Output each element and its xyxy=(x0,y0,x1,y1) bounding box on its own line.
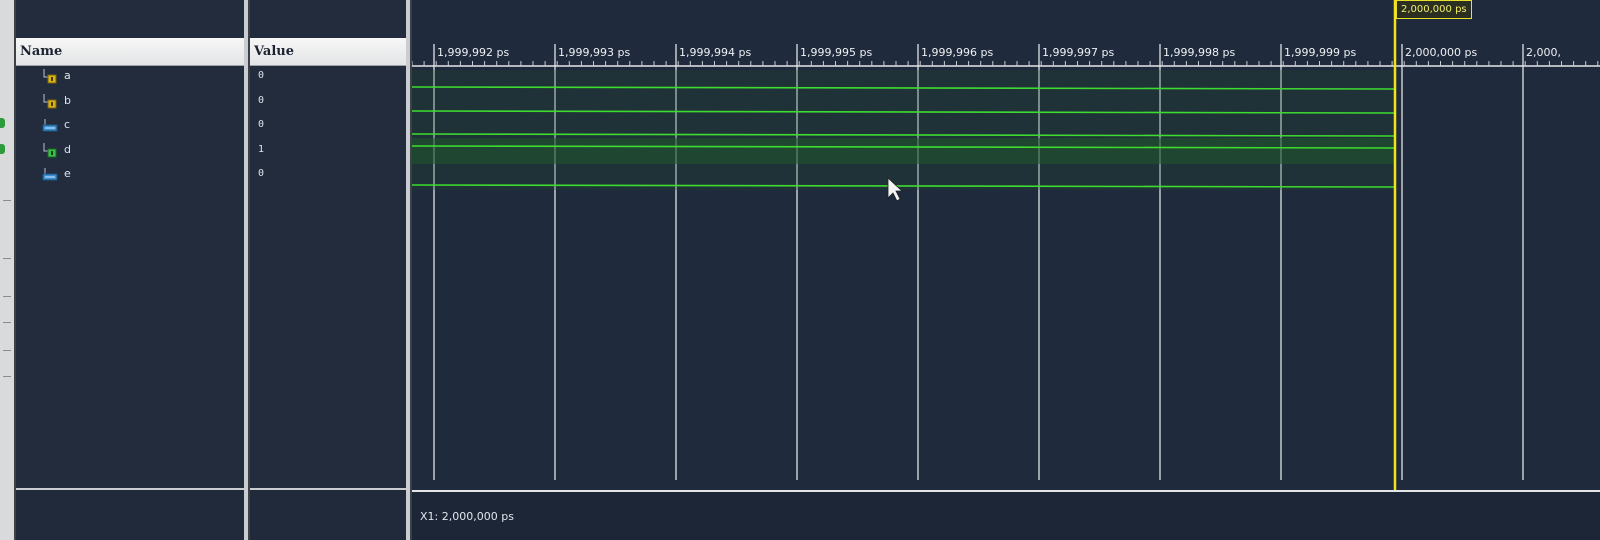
time-tick-label: 1,999,999 ps xyxy=(1284,46,1356,59)
marker-icon[interactable] xyxy=(0,118,5,128)
toolbar-tick xyxy=(3,350,11,351)
time-tick-label: 1,999,995 ps xyxy=(800,46,872,59)
signal-row-b[interactable]: b xyxy=(16,89,244,113)
value-panel-footer xyxy=(250,488,406,540)
toolbar-edge xyxy=(0,0,14,540)
marker-icon[interactable] xyxy=(0,144,5,154)
toolbar-tick xyxy=(3,296,11,297)
signal-value: 1 xyxy=(258,143,265,155)
input-port-icon xyxy=(42,93,58,109)
signal-row-d[interactable]: d xyxy=(16,138,244,162)
inout-port-icon xyxy=(42,142,58,158)
signal-name: a xyxy=(64,69,71,82)
value-panel: Value 0 0 0 1 0 xyxy=(250,0,406,540)
value-column-header[interactable]: Value xyxy=(250,38,406,66)
name-panel-footer xyxy=(16,488,244,540)
signal-name: e xyxy=(64,167,71,180)
panel-splitter[interactable] xyxy=(406,0,410,540)
signal-value: 0 xyxy=(258,168,265,179)
time-tick-label: 1,999,994 ps xyxy=(679,46,751,59)
output-port-icon xyxy=(42,117,58,133)
signal-value-row-c[interactable]: 0 xyxy=(250,113,406,137)
signal-value: 0 xyxy=(258,94,265,106)
time-tick-label: 1,999,997 ps xyxy=(1042,46,1114,59)
waveform-viewer-window: Name abcde Value 00010 1,999,992 ps 1,999… xyxy=(0,0,1600,540)
time-tick-label: 1,999,992 ps xyxy=(437,46,509,59)
status-bar: X1: 2,000,000 ps xyxy=(412,490,1600,540)
toolbar-tick xyxy=(3,258,11,259)
input-port-icon xyxy=(42,68,58,84)
cursor-readout: X1: 2,000,000 ps xyxy=(420,510,514,523)
signal-name: b xyxy=(64,93,71,107)
toolbar-tick xyxy=(3,376,11,377)
signal-row-a[interactable]: a xyxy=(16,64,244,88)
signal-name: d xyxy=(64,142,71,156)
signal-value-row-a[interactable]: 0 xyxy=(250,64,406,88)
waveform-area[interactable]: 1,999,992 ps 1,999,993 ps 1,999,994 ps 1,99… xyxy=(412,0,1600,540)
toolbar-tick xyxy=(3,200,11,201)
time-tick-label: 2,000, xyxy=(1526,46,1561,59)
signal-value-row-d[interactable]: 1 xyxy=(250,138,406,162)
toolbar-tick xyxy=(3,322,11,323)
output-port-icon xyxy=(42,166,58,182)
name-panel: Name abcde xyxy=(16,0,244,540)
signal-row-e[interactable]: e xyxy=(16,162,244,186)
panel-splitter[interactable] xyxy=(244,0,248,540)
signal-value-row-b[interactable]: 0 xyxy=(250,89,406,113)
time-tick-label: 1,999,996 ps xyxy=(921,46,993,59)
signal-value: 0 xyxy=(258,119,265,130)
signal-value: 0 xyxy=(258,70,265,81)
name-column-header[interactable]: Name xyxy=(16,38,244,66)
signal-value-row-e[interactable]: 0 xyxy=(250,162,406,186)
signal-name: c xyxy=(64,118,71,131)
time-tick-label: 1,999,993 ps xyxy=(558,46,630,59)
waveform-canvas[interactable]: 1,999,992 ps 1,999,993 ps 1,999,994 ps 1,99… xyxy=(412,0,1600,490)
signal-row-c[interactable]: c xyxy=(16,113,244,137)
time-tick-label: 2,000,000 ps xyxy=(1405,46,1477,59)
time-tick-label: 1,999,998 ps xyxy=(1163,46,1235,59)
cursor-time-label[interactable]: 2,000,000 ps xyxy=(1396,0,1472,19)
